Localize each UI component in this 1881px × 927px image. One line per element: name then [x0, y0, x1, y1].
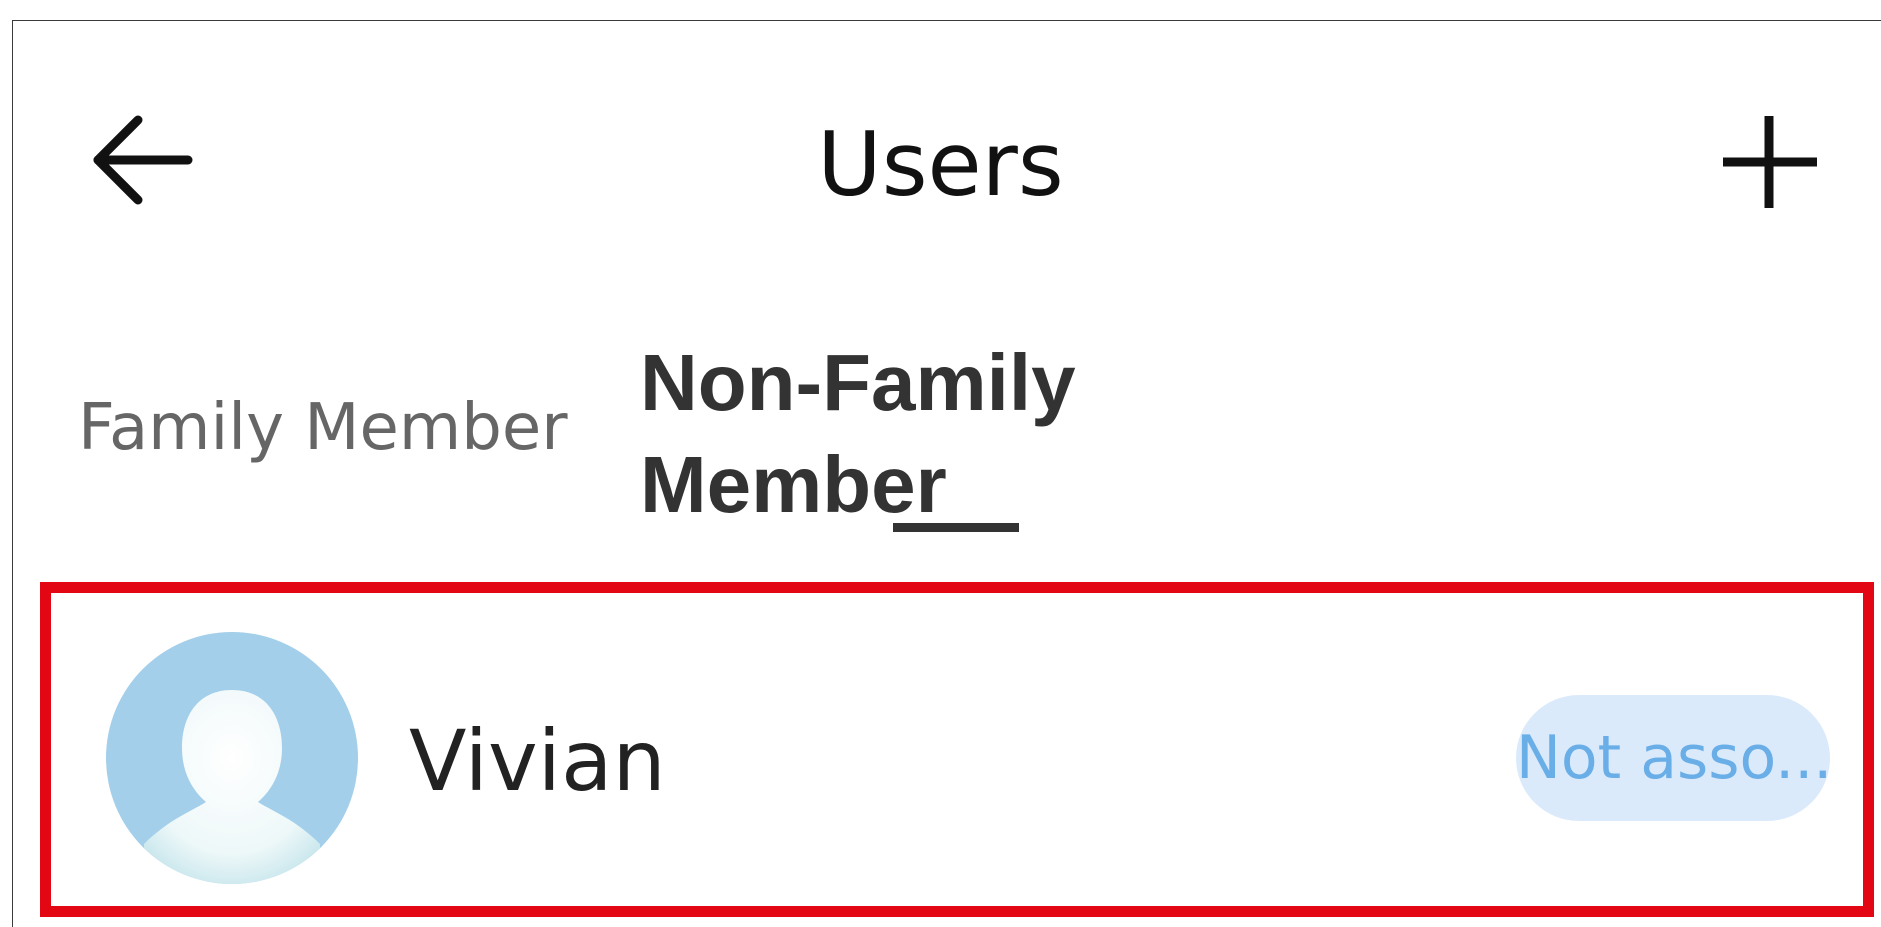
tab-non-family-member[interactable]: Non-Family Member	[640, 332, 1100, 536]
association-status-badge[interactable]: Not asso...	[1516, 695, 1830, 821]
user-name: Vivian	[409, 712, 666, 810]
plus-icon	[1723, 116, 1817, 208]
user-list-item[interactable]: Vivian Not asso...	[40, 582, 1874, 917]
add-user-button[interactable]	[1715, 110, 1825, 220]
active-tab-indicator	[893, 523, 1019, 532]
default-avatar-icon	[144, 690, 320, 884]
tab-family-member[interactable]: Family Member	[78, 388, 568, 468]
avatar	[106, 632, 358, 884]
page-title: Users	[817, 113, 1064, 216]
